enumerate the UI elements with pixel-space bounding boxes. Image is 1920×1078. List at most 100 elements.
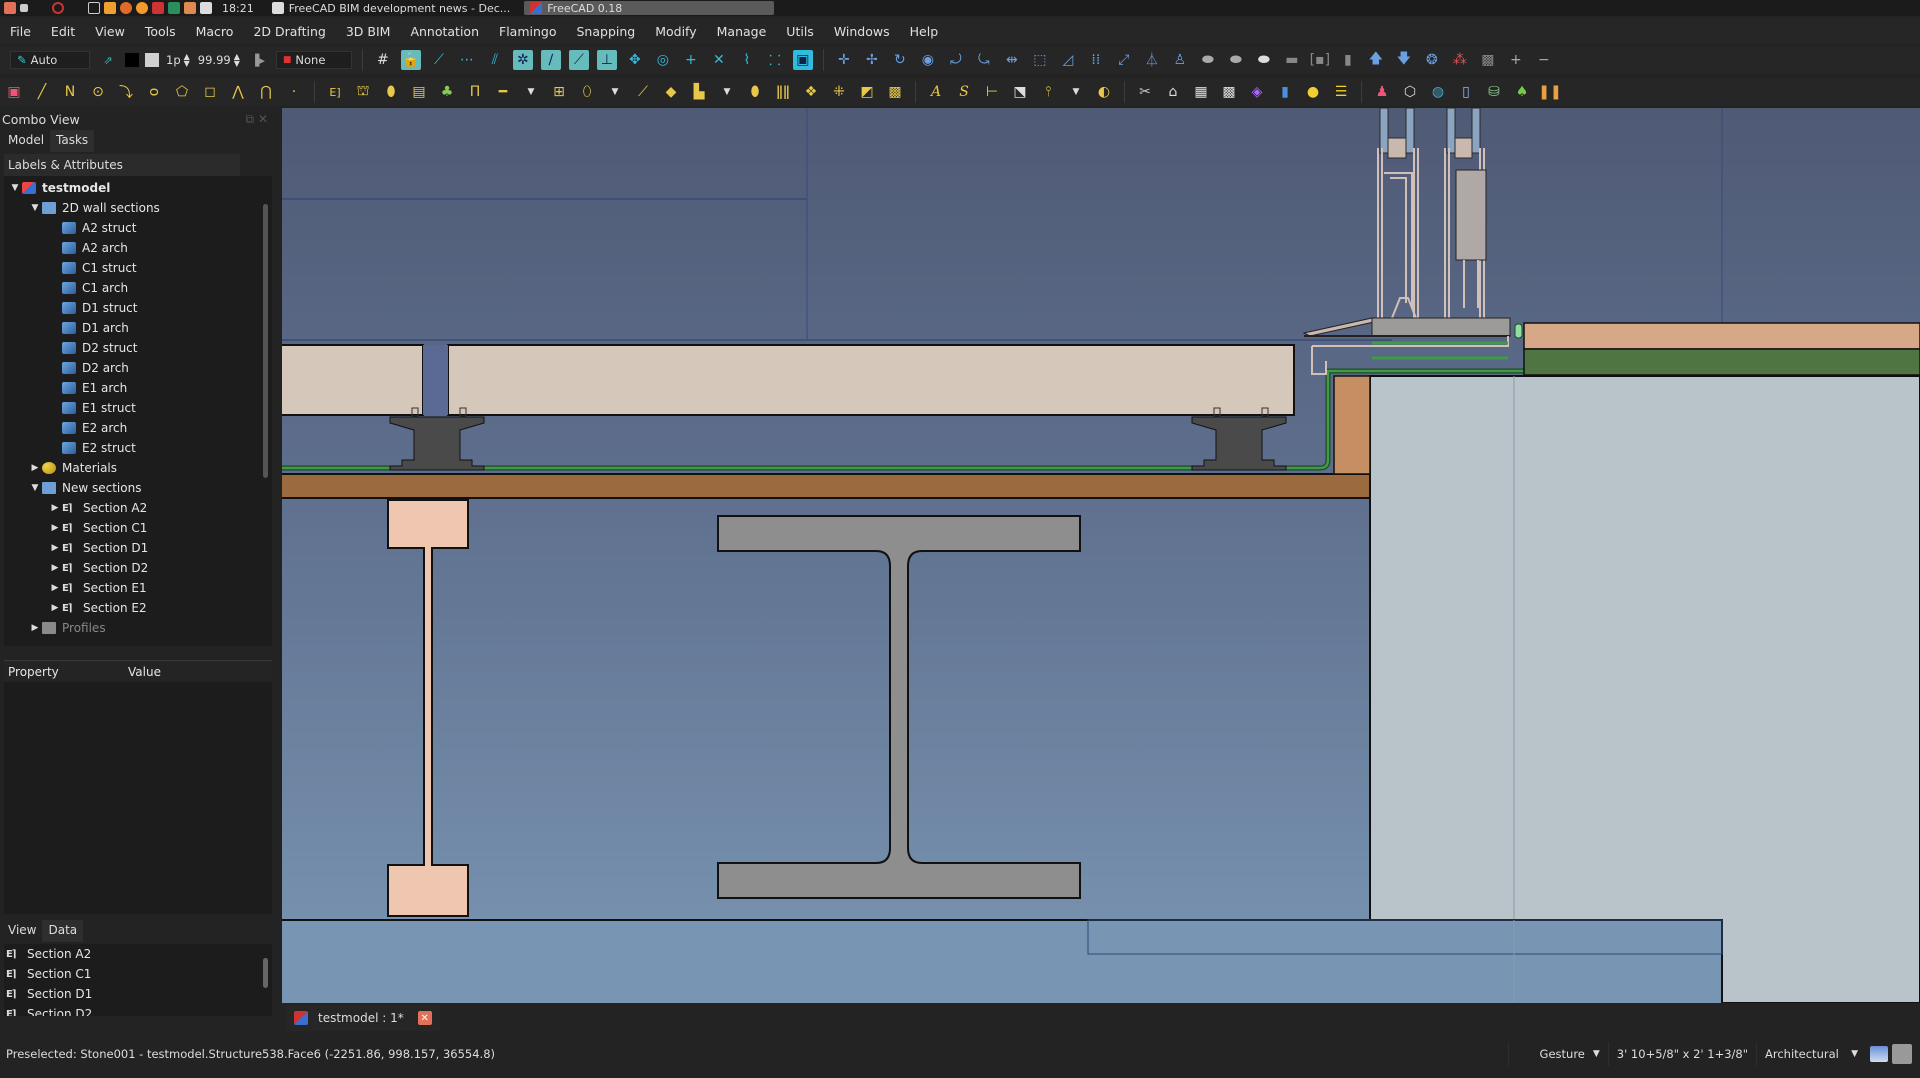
site-icon[interactable]: ♣ <box>437 82 457 102</box>
tree-item[interactable]: A2 arch <box>4 238 272 258</box>
snap-intersection-icon[interactable]: ✕ <box>709 50 729 70</box>
circle-icon[interactable]: ⊙ <box>88 82 108 102</box>
files-icon[interactable] <box>104 2 116 14</box>
tree-item[interactable]: D2 arch <box>4 358 272 378</box>
bezier-icon[interactable]: ⋂ <box>256 82 276 102</box>
menu-3d-bim[interactable]: 3D BIM <box>336 24 401 39</box>
tree-item[interactable]: ▶ Profiles <box>4 618 272 638</box>
building-icon[interactable]: ⌂ <box>1163 82 1183 102</box>
collapsed-arrow-icon[interactable]: ▶ <box>48 603 62 613</box>
sync-icon[interactable]: ❂ <box>1422 50 1442 70</box>
menu-help[interactable]: Help <box>900 24 949 39</box>
tree-icon[interactable]: ♠ <box>1512 82 1532 102</box>
tools-icon[interactable]: ✂ <box>1135 82 1155 102</box>
schedule-icon[interactable]: ▦ <box>1191 82 1211 102</box>
tree-item[interactable]: ▶ E⌉ Section A2 <box>4 498 272 518</box>
menu-snapping[interactable]: Snapping <box>567 24 646 39</box>
tab-data[interactable]: Data <box>42 920 84 942</box>
snap-midpoint-icon[interactable]: ⋯ <box>457 50 477 70</box>
add-icon[interactable]: + <box>1506 50 1526 70</box>
footprints-icon[interactable]: ❚❚ <box>1538 82 1561 102</box>
construction-mode-icon[interactable]: ⇗ <box>98 50 118 70</box>
selection-item[interactable]: E⌉ Section C1 <box>4 964 272 984</box>
path-array-icon[interactable]: ⤢ <box>1114 50 1134 70</box>
polygon-icon[interactable]: ⬠ <box>172 82 192 102</box>
move-icon[interactable]: ✛ <box>834 50 854 70</box>
globe-icon[interactable]: ◍ <box>1428 82 1448 102</box>
sphere-icon[interactable]: ● <box>1303 82 1323 102</box>
tab-model[interactable]: Model <box>2 130 50 152</box>
remove-icon[interactable]: ▬ <box>1282 50 1302 70</box>
tree-item[interactable]: ▶ E⌉ Section C1 <box>4 518 272 538</box>
navigation-style-selector[interactable]: Gesture ▼ <box>1507 1042 1608 1066</box>
tab-tasks[interactable]: Tasks <box>50 130 95 152</box>
tree-item[interactable]: ▶ Materials <box>4 458 272 478</box>
tree-item[interactable]: D1 struct <box>4 298 272 318</box>
truss-icon[interactable]: ❖ <box>801 82 821 102</box>
debian-icon[interactable] <box>52 2 64 14</box>
steel-column-section[interactable] <box>387 499 469 917</box>
rotate-icon[interactable]: ↻ <box>890 50 910 70</box>
line-color-swatch[interactable] <box>125 53 139 67</box>
expanded-arrow-icon[interactable]: ▼ <box>8 183 22 193</box>
tree-item[interactable]: ▼ testmodel <box>4 178 272 198</box>
add-point-icon[interactable]: ✢ <box>862 50 882 70</box>
collapsed-arrow-icon[interactable]: ▶ <box>28 623 42 633</box>
expanded-arrow-icon[interactable]: ▼ <box>28 203 42 213</box>
menu-windows[interactable]: Windows <box>824 24 900 39</box>
material-icon[interactable]: ◈ <box>1247 82 1267 102</box>
rebar-icon[interactable]: ━ <box>493 82 513 102</box>
page-icon[interactable]: ▯ <box>1456 82 1476 102</box>
window-icon[interactable] <box>20 4 28 12</box>
network-icon[interactable] <box>200 2 212 14</box>
tree-scrollbar[interactable] <box>263 204 268 478</box>
tree-item[interactable]: C1 arch <box>4 278 272 298</box>
tree-item[interactable]: ▼ 2D wall sections <box>4 198 272 218</box>
tree-item[interactable]: C1 struct <box>4 258 272 278</box>
sketch-icon[interactable]: ▣ <box>4 82 24 102</box>
python-console-icon[interactable] <box>1892 1044 1912 1064</box>
text-icon[interactable]: A <box>926 82 946 102</box>
clash-icon[interactable]: ♟ <box>1372 82 1392 102</box>
menu-tools[interactable]: Tools <box>135 24 186 39</box>
tree-item[interactable]: ▶ E⌉ Section E2 <box>4 598 272 618</box>
stone-slab[interactable] <box>282 344 424 416</box>
menu-modify[interactable]: Modify <box>645 24 706 39</box>
grid-array-icon[interactable]: ▩ <box>1219 82 1239 102</box>
dropdown-icon[interactable]: ▼ <box>717 82 737 102</box>
snap-endpoint-icon[interactable]: ⟋ <box>429 50 449 70</box>
collapsed-arrow-icon[interactable]: ▶ <box>48 543 62 553</box>
roof-icon[interactable]: ⬯ <box>577 82 597 102</box>
selection-item[interactable]: E⌉ Section D1 <box>4 984 272 1004</box>
document-tab[interactable]: testmodel : 1* ✕ <box>286 1005 440 1031</box>
tab-view[interactable]: View <box>2 920 42 942</box>
menu-file[interactable]: File <box>0 24 41 39</box>
menu-2d-drafting[interactable]: 2D Drafting <box>243 24 335 39</box>
app-menu-icon[interactable] <box>4 2 16 14</box>
spin-arrows-icon[interactable]: ▲ ▼ <box>184 53 190 68</box>
shapestring-icon[interactable]: S <box>954 82 974 102</box>
report-view-icon[interactable] <box>1870 1046 1888 1062</box>
arrow-down-icon[interactable]: 🡇 <box>1394 50 1414 70</box>
collapsed-arrow-icon[interactable]: ▶ <box>48 583 62 593</box>
snap-ortho-icon[interactable]: + <box>681 50 701 70</box>
spin-arrows-icon[interactable]: ▲ ▼ <box>234 53 240 68</box>
tree-item[interactable]: ▶ E⌉ Section D1 <box>4 538 272 558</box>
snap-workingplane-icon[interactable]: ⸬ <box>765 50 785 70</box>
tree-item[interactable]: E1 struct <box>4 398 272 418</box>
collapsed-arrow-icon[interactable]: ▶ <box>28 463 42 473</box>
line-width-spinbox[interactable]: 1p ▲ ▼ <box>166 53 190 68</box>
construction-group-button[interactable]: ■ None <box>275 51 352 69</box>
snap-extension-icon[interactable]: ⟋ <box>568 50 589 70</box>
pedestal-support[interactable] <box>389 407 485 471</box>
green-roof-layer[interactable] <box>1523 348 1920 376</box>
freecad-icon[interactable] <box>152 2 164 14</box>
compass-icon[interactable]: ◐ <box>1094 82 1114 102</box>
profile-icon[interactable]: ◩ <box>857 82 877 102</box>
tree-item[interactable]: E2 arch <box>4 418 272 438</box>
dropdown-icon[interactable]: ▼ <box>521 82 541 102</box>
inkscape-icon[interactable] <box>168 2 180 14</box>
snap-lock-icon[interactable]: 🔒 <box>400 50 421 70</box>
upgrade-icon[interactable]: ⁂ <box>1450 50 1470 70</box>
column-icon[interactable]: Π <box>465 82 485 102</box>
